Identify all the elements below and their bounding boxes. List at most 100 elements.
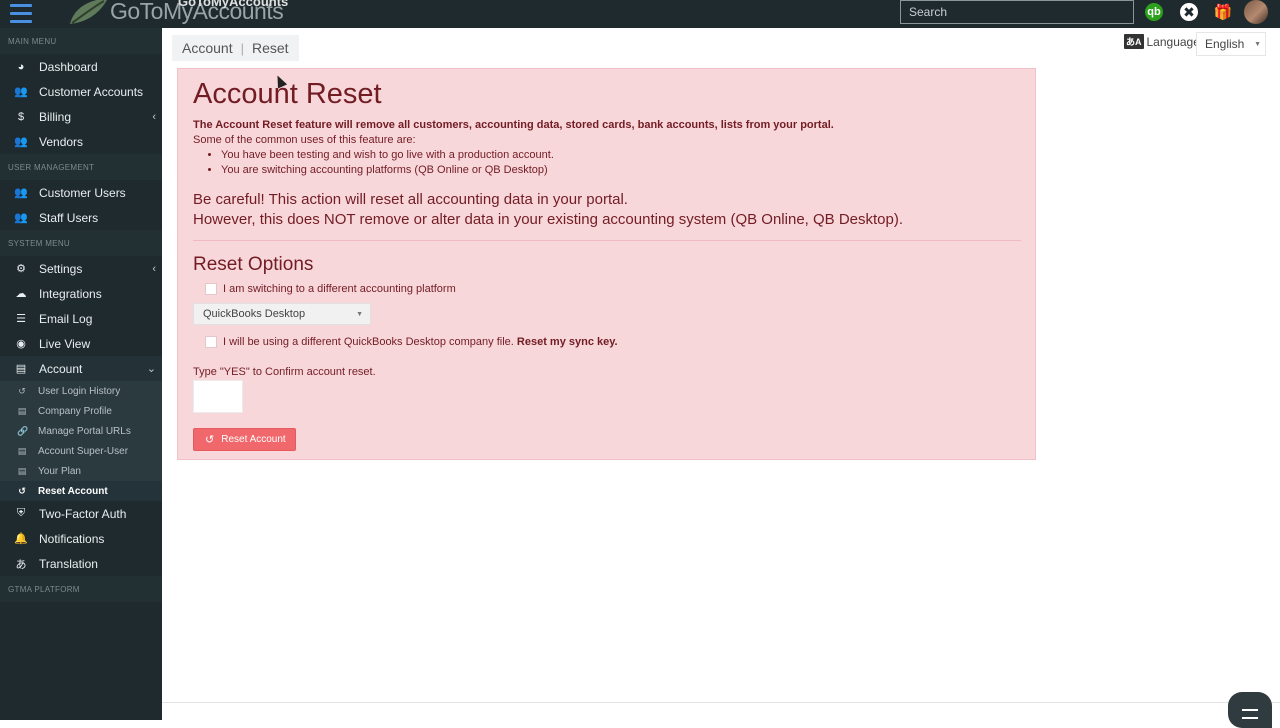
eye-icon: ◉ (16, 338, 26, 350)
chevron-left-icon: ‹ (152, 110, 156, 123)
sidebar-item-label: Vendors (39, 134, 84, 149)
sidebar-item-translation[interactable]: あ Translation (0, 551, 162, 576)
sidebar-subitem-label: User Login History (38, 385, 121, 397)
sidebar-subitem-your-plan[interactable]: ▤ Your Plan (0, 461, 162, 481)
uses-list: You have been testing and wish to go liv… (221, 149, 554, 179)
search-input[interactable] (900, 0, 1134, 24)
sidebar-item-email-log[interactable]: ☰ Email Log (0, 306, 162, 331)
platform-select-value: QuickBooks Desktop (203, 308, 306, 320)
sidebar-subitem-label: Reset Account (38, 485, 108, 497)
reset-account-button[interactable]: ↺ Reset Account (193, 428, 296, 451)
confirm-label: Type "YES" to Confirm account reset. (193, 366, 376, 378)
sidebar-subitem-label: Manage Portal URLs (38, 425, 131, 437)
list-icon: ☰ (16, 313, 26, 325)
account-icon: ▤ (15, 363, 27, 375)
reset-sync-key-text: Reset my sync key. (516, 336, 618, 348)
chevron-down-icon: ⌄ (146, 363, 156, 375)
footer-divider (162, 702, 1280, 703)
language-select[interactable]: English ▼ (1196, 32, 1266, 56)
sidebar-item-customer-accounts[interactable]: 👥 Customer Accounts (0, 79, 162, 104)
breadcrumb-parent[interactable]: Account (182, 40, 233, 56)
history-icon: ↺ (18, 385, 26, 396)
different-company-file-checkbox[interactable] (205, 336, 217, 348)
reset-options-title: Reset Options (193, 254, 314, 275)
sidebar-item-label: Customer Users (39, 185, 126, 200)
reset-account-button-label: Reset Account (221, 434, 286, 445)
list-item: You have been testing and wish to go liv… (221, 149, 554, 164)
top-navbar: GoToMyAccounts GoToMyAccounts qb ✖ 🎁 (0, 0, 1280, 28)
chat-icon[interactable] (1228, 692, 1272, 728)
reset-icon: ↺ (205, 434, 215, 446)
breadcrumb: Account | Reset (172, 35, 299, 61)
reset-icon: ↺ (18, 485, 26, 496)
sidebar-subitem-user-login-history[interactable]: ↺ User Login History (0, 381, 162, 401)
divider (193, 240, 1021, 241)
breadcrumb-separator: | (240, 40, 244, 56)
page-title: Account Reset (193, 78, 382, 110)
sidebar-item-settings[interactable]: ⚙ Settings ‹ (0, 256, 162, 281)
quickbooks-icon[interactable]: qb (1145, 3, 1163, 21)
gift-icon[interactable]: 🎁 (1214, 3, 1233, 21)
caret-down-icon: ▼ (356, 310, 363, 318)
account-reset-panel: Account Reset The Account Reset feature … (177, 68, 1036, 460)
bell-icon: 🔔 (14, 533, 28, 545)
sidebar-item-notifications[interactable]: 🔔 Notifications (0, 526, 162, 551)
sidebar-subitem-label: Company Profile (38, 405, 112, 417)
users-icon: 👥 (14, 187, 28, 199)
hamburger-menu-icon[interactable] (10, 4, 32, 24)
sidebar-item-label: Settings (39, 261, 83, 276)
users-icon: 👥 (14, 136, 28, 148)
confirm-yes-input[interactable] (193, 380, 243, 413)
sidebar: MAIN MENU ◕ Dashboard 👥 Customer Account… (0, 28, 162, 720)
sidebar-item-label: Email Log (39, 311, 93, 326)
profile-icon: ▤ (17, 465, 27, 476)
sidebar-item-staff-users[interactable]: 👥 Staff Users (0, 205, 162, 230)
sidebar-item-label: Dashboard (39, 59, 98, 74)
sidebar-item-label: Account (39, 361, 83, 376)
avatar[interactable] (1244, 0, 1268, 24)
gear-icon: ⚙ (16, 263, 26, 275)
sidebar-item-account[interactable]: ▤ Account ⌄ (0, 356, 162, 381)
company-file-label-text: I will be using a different QuickBooks D… (223, 336, 514, 348)
profile-icon: ▤ (17, 445, 27, 456)
sidebar-subitem-label: Your Plan (38, 465, 81, 477)
sidebar-item-integrations[interactable]: ☁ Integrations (0, 281, 162, 306)
sidebar-item-label: Live View (39, 336, 91, 351)
switch-platform-label[interactable]: I am switching to a different accounting… (223, 283, 456, 295)
language-select-value: English (1205, 37, 1245, 51)
sidebar-subitem-company-profile[interactable]: ▤ Company Profile (0, 401, 162, 421)
sidebar-item-two-factor-auth[interactable]: ⛨ Two-Factor Auth (0, 501, 162, 526)
sidebar-item-dashboard[interactable]: ◕ Dashboard (0, 54, 162, 79)
sidebar-item-vendors[interactable]: 👥 Vendors (0, 129, 162, 154)
language-label-text: Language: (1146, 34, 1204, 49)
warning-text-1: Be careful! This action will reset all a… (193, 191, 628, 208)
sidebar-subitem-label: Account Super-User (38, 445, 129, 457)
breadcrumb-current: Reset (251, 40, 289, 56)
leaf-logo-icon (70, 0, 107, 24)
accounting-platform-select[interactable]: QuickBooks Desktop ▼ (193, 303, 371, 325)
sidebar-item-customer-users[interactable]: 👥 Customer Users (0, 180, 162, 205)
language-icon: あA (1124, 34, 1144, 49)
different-company-file-label[interactable]: I will be using a different QuickBooks D… (223, 336, 618, 348)
sidebar-item-billing[interactable]: $ Billing ‹ (0, 104, 162, 129)
shield-icon: ⛨ (16, 507, 26, 519)
sidebar-item-label: Translation (39, 556, 98, 571)
intro-text: Some of the common uses of this feature … (193, 134, 416, 146)
dashboard-icon: ◕ (17, 60, 25, 73)
sidebar-subitem-manage-portal-urls[interactable]: 🔗 Manage Portal URLs (0, 421, 162, 441)
sidebar-item-label: Integrations (39, 286, 102, 301)
caret-down-icon: ▼ (1254, 40, 1261, 48)
sidebar-item-live-view[interactable]: ◉ Live View (0, 331, 162, 356)
support-icon[interactable]: ✖ (1180, 3, 1198, 21)
brand-name-top: GoToMyAccounts (178, 0, 289, 9)
cloud-icon: ☁ (15, 288, 27, 300)
translate-icon: あ (15, 558, 27, 571)
dollar-icon: $ (17, 110, 25, 123)
switch-platform-checkbox[interactable] (205, 283, 217, 295)
sidebar-item-label: Two-Factor Auth (39, 506, 127, 521)
section-gtma-platform: GTMA PLATFORM (0, 576, 162, 602)
language-label: あA Language: (1124, 34, 1203, 49)
list-item: You are switching accounting platforms (… (221, 164, 554, 179)
sidebar-subitem-account-super-user[interactable]: ▤ Account Super-User (0, 441, 162, 461)
sidebar-subitem-reset-account[interactable]: ↺ Reset Account (0, 481, 162, 501)
